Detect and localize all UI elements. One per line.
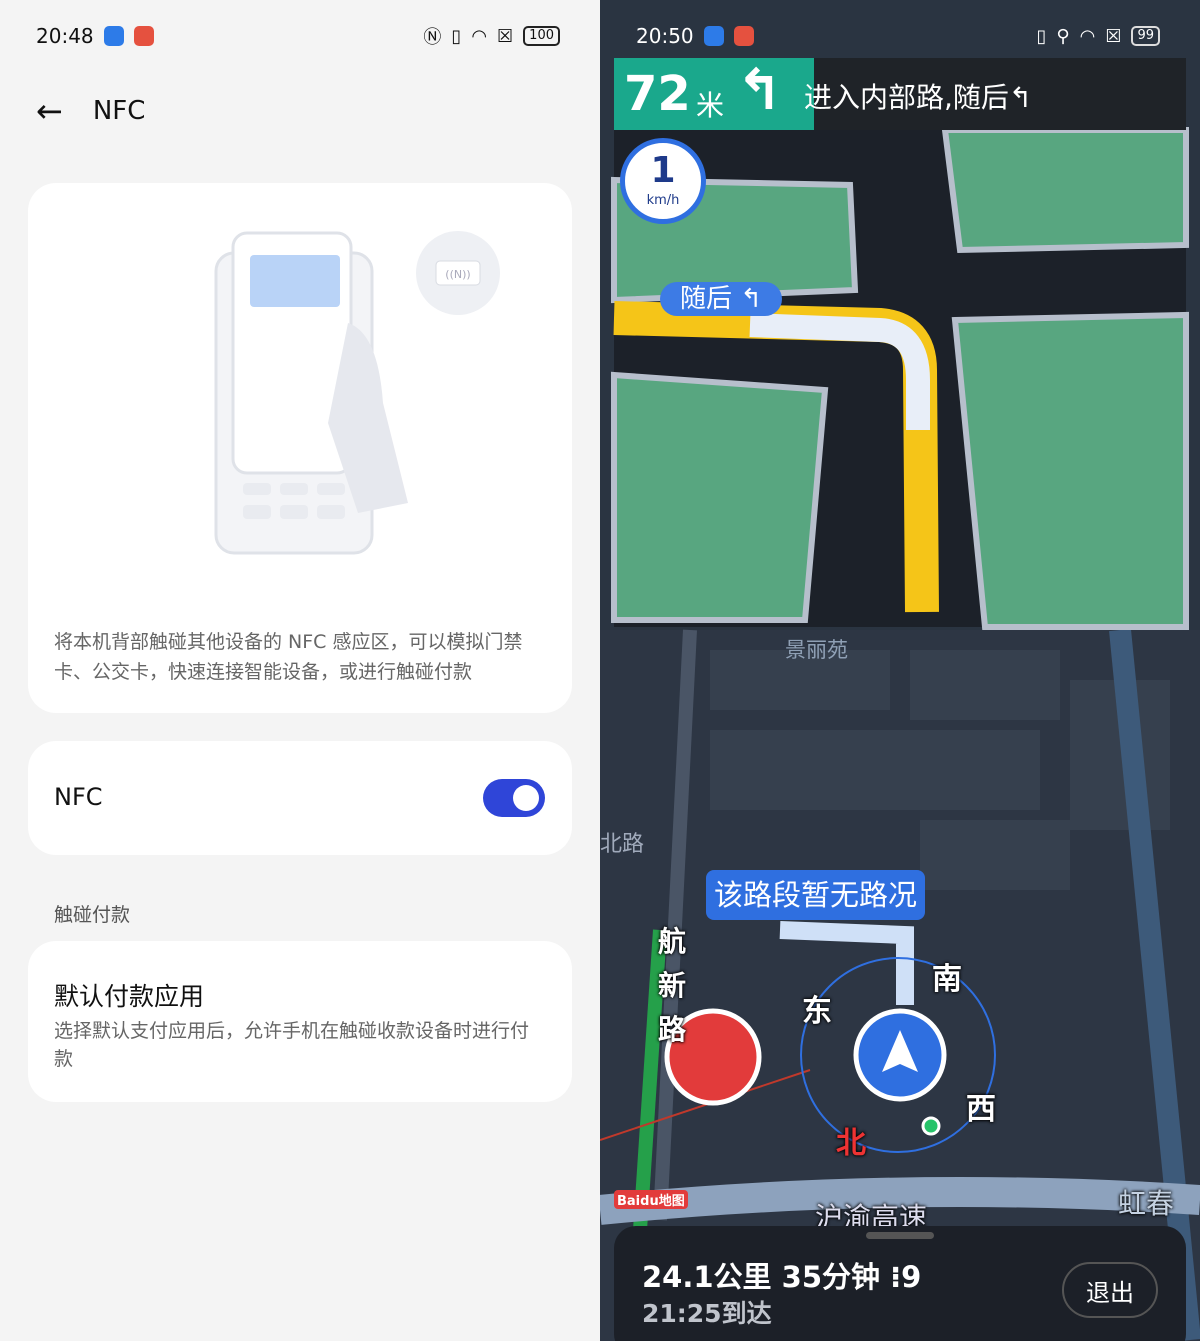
vibrate-icon: ▯: [451, 25, 462, 47]
traffic-light-count: 9: [901, 1260, 922, 1294]
traffic-light-icon: ⁝: [890, 1260, 902, 1294]
page-title: NFC: [92, 96, 146, 126]
compass-south: 南: [932, 962, 962, 997]
sim-x-icon: ☒: [1105, 25, 1122, 47]
exit-navigation-button[interactable]: 退出: [1062, 1262, 1158, 1318]
nfc-toggle-row[interactable]: NFC: [28, 741, 572, 855]
poi-label: 景丽苑: [785, 638, 848, 662]
app-notification-icon: [703, 26, 724, 46]
status-bar: 20:50 ▯ ⚲ ◠ ☒ 99: [636, 22, 1160, 50]
svg-text:((N)): ((N)): [445, 268, 470, 281]
section-title: 触碰付款: [54, 904, 131, 926]
turn-left-icon: ↰: [736, 58, 783, 123]
location-icon: ⚲: [1056, 25, 1070, 47]
nfc-toggle[interactable]: [483, 779, 545, 817]
battery-icon: 100: [523, 26, 560, 46]
turn-guidance-banner: 72 米 ↰ 进入内部路,随后↰: [614, 58, 1186, 130]
turn-instruction: 进入内部路,随后↰: [804, 81, 1033, 114]
nfc-toggle-label: NFC: [54, 783, 103, 811]
distance-unit: 米: [696, 89, 725, 122]
trip-summary-panel: 24.1公里 35分钟 ⁝9 21:25到达 退出: [614, 1226, 1186, 1341]
turn-distance: 72: [624, 66, 691, 122]
status-time: 20:50: [636, 24, 694, 48]
default-payment-title: 默认付款应用: [54, 982, 205, 1011]
drag-handle[interactable]: [866, 1232, 934, 1239]
traffic-status-bubble: 该路段暂无路况: [706, 870, 926, 920]
status-time: 20:48: [36, 24, 94, 48]
arrival-time: 21:25到达: [642, 1299, 772, 1328]
navigation-screen: 20:50 ▯ ⚲ ◠ ☒ 99 72 米 ↰ 进入内部路,随后↰ 1 km/h 随后 …: [600, 0, 1200, 1341]
app-notification-icon: [103, 26, 124, 46]
wifi-icon: ◠: [471, 25, 488, 47]
compass-west: 西: [966, 1092, 996, 1127]
music-notification-icon: [133, 26, 154, 46]
nfc-settings-screen: 20:48 Ⓝ ▯ ◠ ☒ 100 ← NFC ((N)) 将本机背部触碰其他设备的 N…: [0, 0, 600, 1341]
wifi-icon: ◠: [1079, 25, 1096, 47]
nfc-icon: Ⓝ: [423, 27, 442, 48]
battery-icon: 99: [1131, 26, 1160, 46]
music-notification-icon: [733, 26, 754, 46]
trip-distance-time: 24.1公里 35分钟: [642, 1260, 881, 1294]
compass-north: 北: [836, 1126, 866, 1161]
then-turn-label: 随后 ↰: [660, 282, 783, 316]
nfc-description: 将本机背部触碰其他设备的 NFC 感应区，可以模拟门禁卡、公交卡，快速连接智能设…: [54, 631, 523, 683]
vibrate-icon: ▯: [1036, 25, 1047, 47]
nfc-info-card: ((N)) 将本机背部触碰其他设备的 NFC 感应区，可以模拟门禁卡、公交卡，快…: [28, 183, 572, 713]
default-payment-row[interactable]: 默认付款应用 选择默认支付应用后，允许手机在触碰收款设备时进行付款: [28, 941, 572, 1102]
nfc-illustration: ((N)): [214, 231, 500, 555]
baidu-map-logo: Baidu地图: [614, 1190, 688, 1209]
default-payment-subtitle: 选择默认支付应用后，允许手机在触碰收款设备时进行付款: [54, 1020, 530, 1070]
status-bar: 20:48 Ⓝ ▯ ◠ ☒ 100: [36, 22, 560, 50]
sim-x-icon: ☒: [497, 25, 514, 47]
road-label: 北路: [600, 832, 645, 857]
back-arrow-icon[interactable]: ←: [36, 92, 63, 130]
road-label: 航新路: [658, 925, 687, 1046]
speed-unit: km/h: [646, 193, 680, 208]
speed-value: 1: [650, 150, 676, 191]
compass-east: 东: [802, 994, 832, 1029]
speed-indicator: 1 km/h: [620, 138, 706, 224]
